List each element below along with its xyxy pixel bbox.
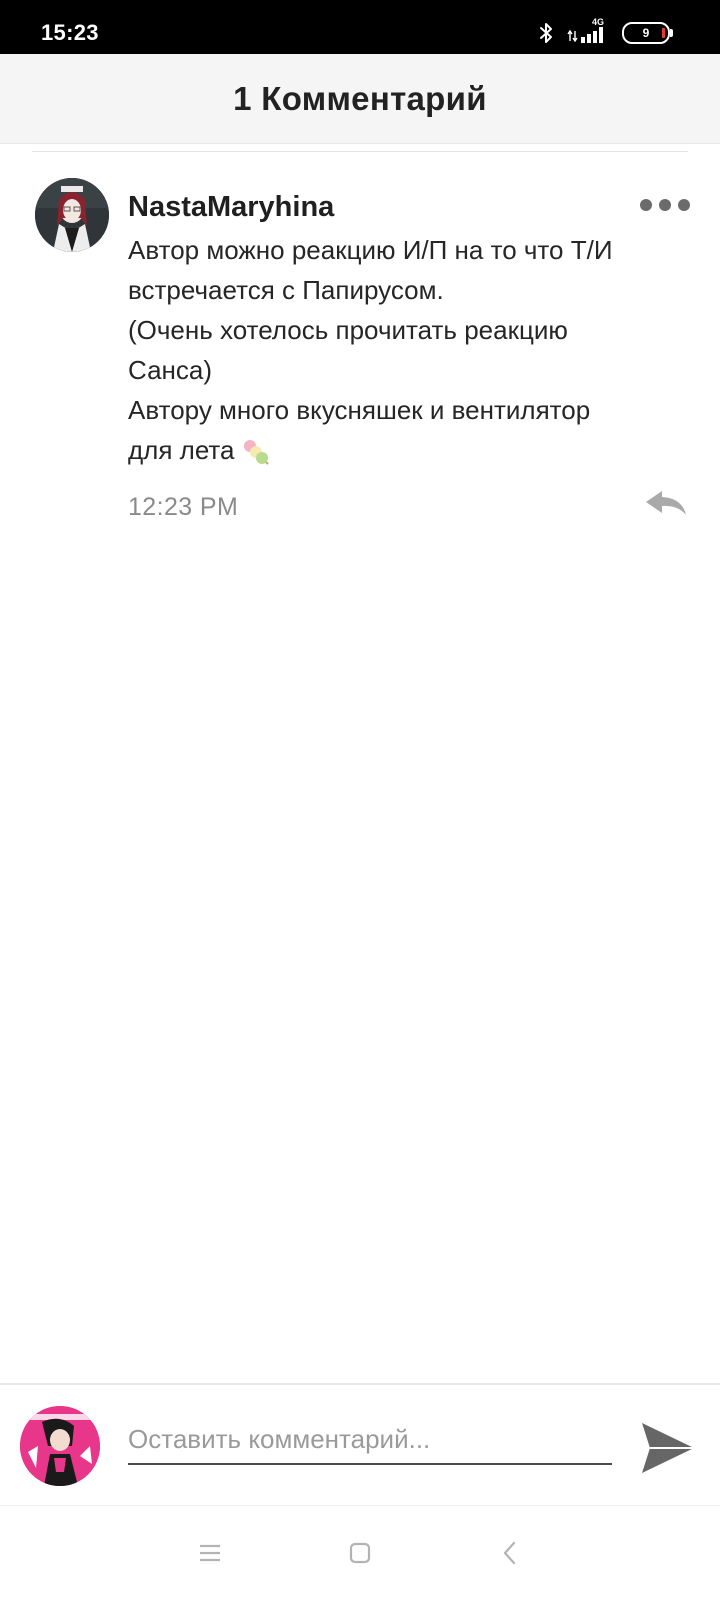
comment-username[interactable]: NastaMaryhina (128, 191, 334, 224)
comment-line: Автор можно реакцию И/П на то что Т/И (128, 235, 613, 265)
comment-timestamp: 12:23 PM (128, 493, 239, 521)
dot (659, 199, 671, 211)
battery-level: 9 (642, 26, 650, 40)
back-icon[interactable] (495, 1538, 525, 1568)
bluetooth-icon (540, 23, 552, 43)
comment-line-last: для лета (128, 430, 688, 470)
more-options-icon[interactable] (640, 194, 690, 216)
comment-composer (0, 1383, 720, 1505)
home-icon[interactable] (345, 1538, 375, 1568)
divider (32, 151, 688, 152)
status-time: 15:23 (41, 20, 99, 45)
status-icons: 4G 9 (538, 17, 673, 45)
page-title: 1 Комментарий (233, 79, 487, 117)
dango-icon (243, 440, 269, 465)
comment-text: Автор можно реакцию И/П на то что Т/И вс… (128, 230, 688, 470)
dot (678, 199, 690, 211)
send-icon[interactable] (640, 1421, 696, 1475)
comment-line: (Очень хотелось прочитать реакцию (128, 315, 568, 345)
comment-line: для лета (128, 435, 235, 465)
system-nav-bar (0, 1505, 720, 1600)
comments-header: 1 Комментарий (0, 54, 720, 144)
network-type-label: 4G (592, 17, 605, 27)
battery-icon: 9 (622, 22, 673, 44)
my-avatar[interactable] (20, 1406, 100, 1486)
battery-low-indicator (662, 28, 665, 38)
dot (640, 199, 652, 211)
comment-line: встречается с Папирусом. (128, 275, 444, 305)
comment-input[interactable] (128, 1415, 612, 1465)
status-bar: 15:23 4G 9 (0, 0, 720, 54)
signal-icon: 4G (566, 17, 610, 45)
reply-icon[interactable] (644, 489, 688, 517)
comment-line: Автору много вкусняшек и вентилятор (128, 395, 591, 425)
menu-icon[interactable] (195, 1538, 225, 1568)
avatar[interactable] (35, 178, 109, 252)
comment-line: Санса) (128, 355, 213, 385)
